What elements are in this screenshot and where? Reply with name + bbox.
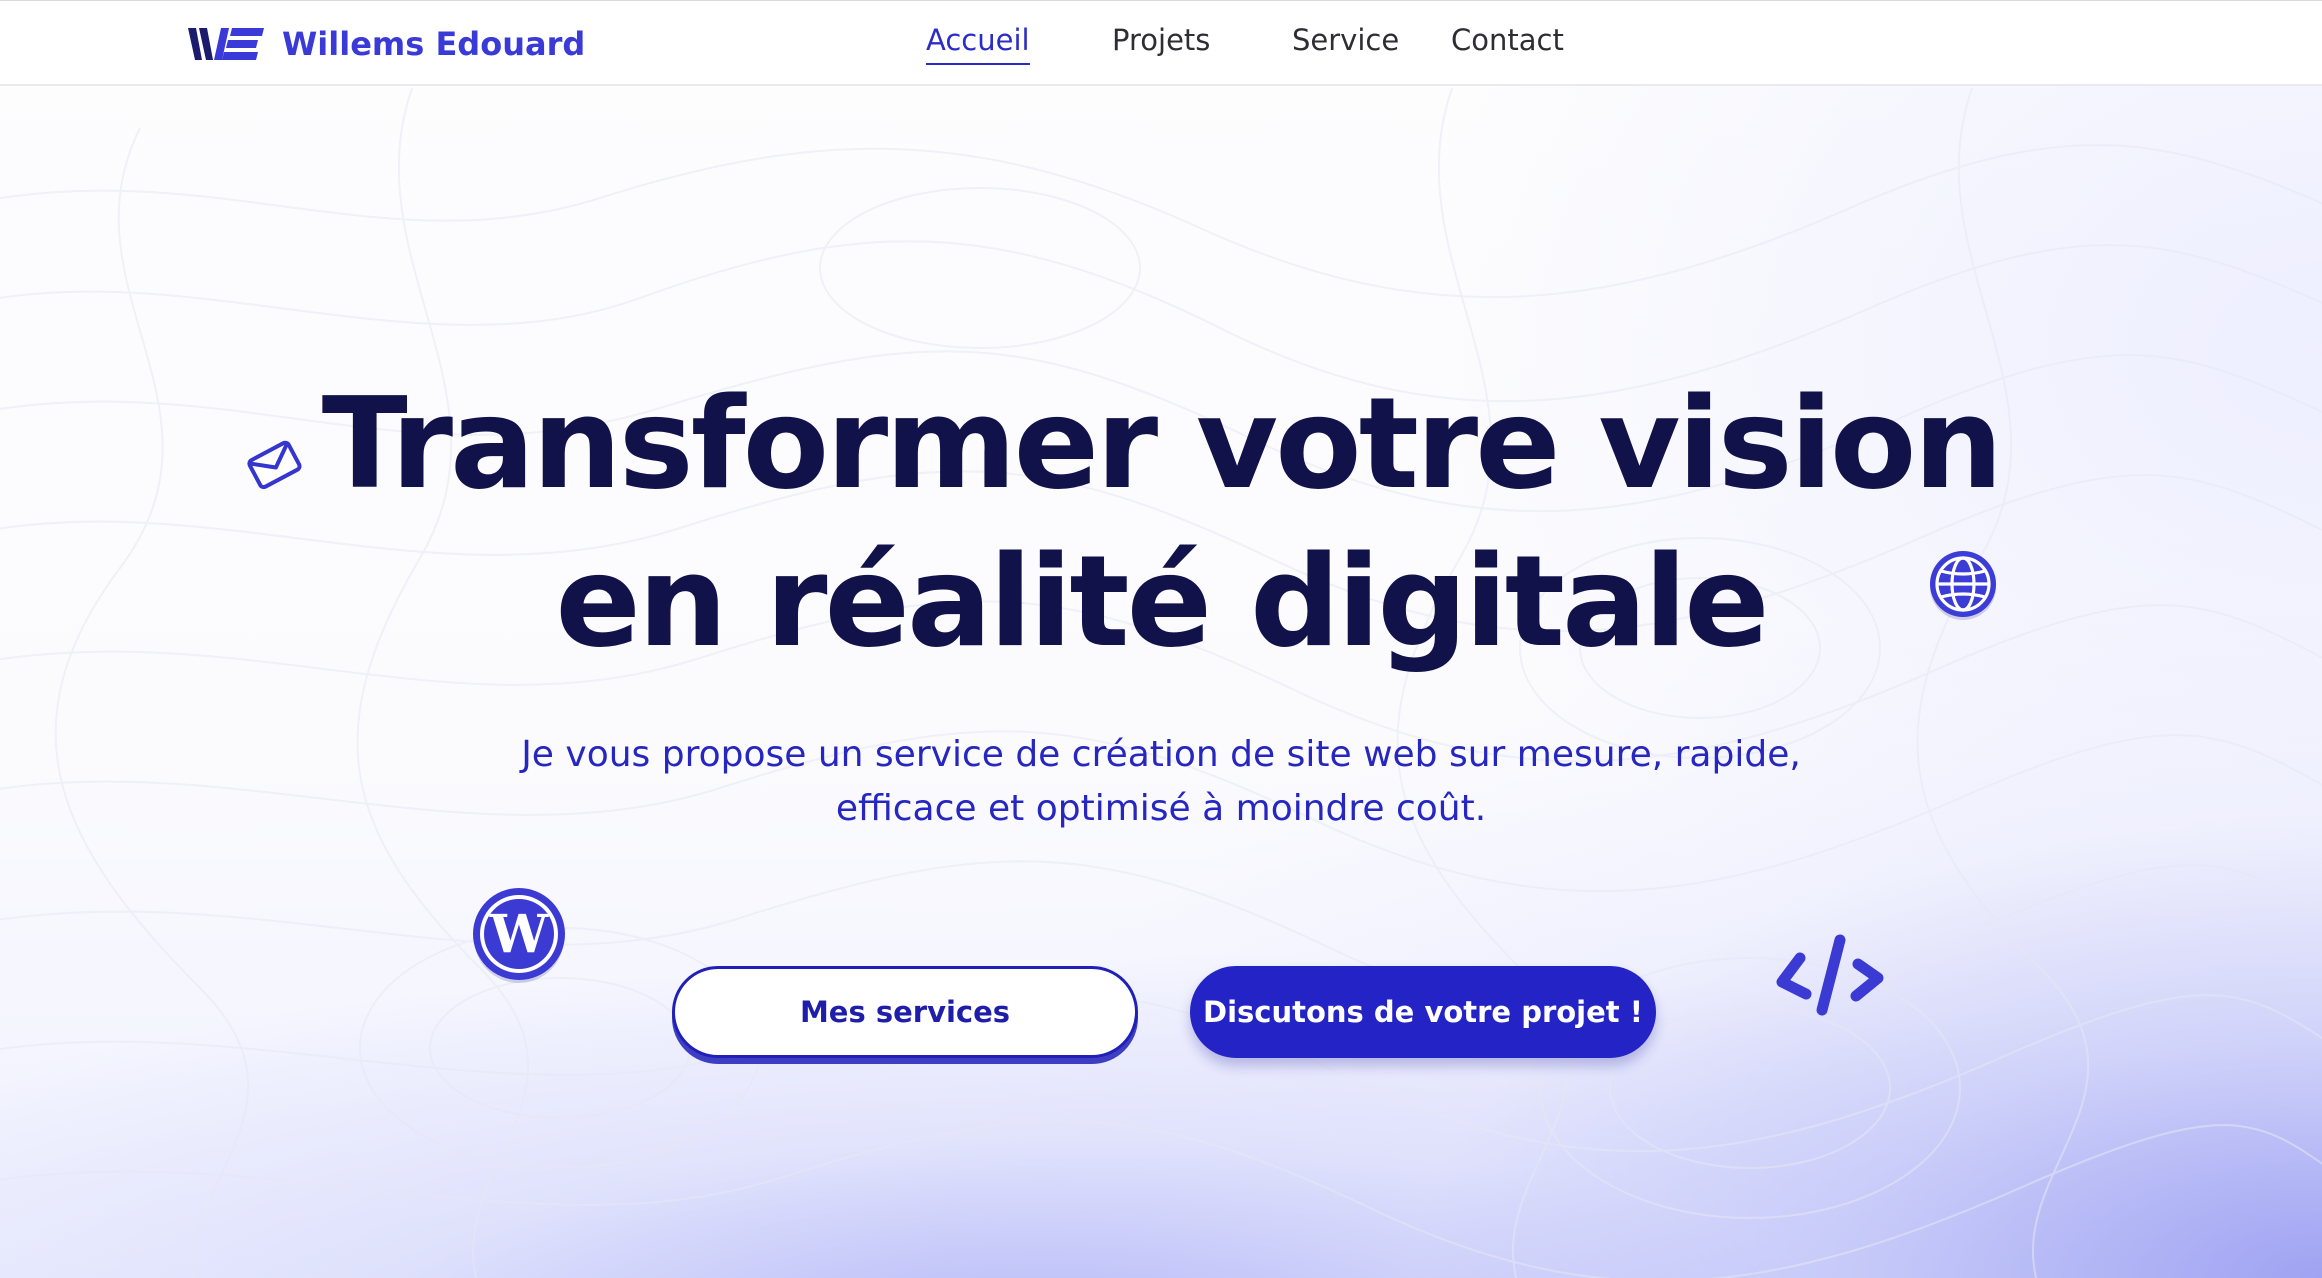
we-monogram-icon [188, 28, 264, 60]
services-button-label: Mes services [799, 995, 1011, 1029]
site-header: Willems Edouard Accueil Projets Service … [0, 0, 2322, 86]
hero-subtitle: Je vous propose un service de création d… [0, 728, 2322, 836]
hero-title-line2: en réalité digitale [555, 528, 1769, 675]
page: Willems Edouard Accueil Projets Service … [0, 0, 2322, 1278]
envelope-icon [247, 440, 302, 490]
nav-item-label: Contact [1451, 23, 1564, 57]
active-underline [926, 63, 1030, 65]
services-button[interactable]: Mes services [672, 966, 1138, 1058]
brand-logo[interactable]: Willems Edouard [188, 19, 585, 69]
nav-item-service[interactable]: Service [1292, 23, 1399, 57]
hero-title-line1: Transformer votre vision [321, 370, 2003, 517]
globe-icon [1930, 551, 1996, 620]
hero-subtitle-line2: efficace et optimisé à moindre coût. [835, 788, 1487, 829]
hero-title: Transformer votre vision en réalité digi… [0, 365, 2322, 681]
discuss-project-button-label: Discutons de votre projet ! [1203, 995, 1643, 1029]
nav-item-accueil[interactable]: Accueil [926, 23, 1030, 65]
nav-item-label: Service [1292, 23, 1400, 57]
wordpress-icon: W [473, 888, 565, 983]
svg-text:W: W [489, 904, 550, 965]
nav-item-contact[interactable]: Contact [1451, 23, 1564, 57]
nav-item-label: Projets [1112, 23, 1211, 57]
code-brackets-icon [1776, 934, 1884, 1016]
nav-item-label: Accueil [926, 23, 1030, 57]
topographic-background [0, 88, 2322, 1278]
hero-subtitle-line1: Je vous propose un service de création d… [521, 734, 1801, 775]
nav-item-projets[interactable]: Projets [1112, 23, 1210, 57]
brand-name: Willems Edouard [282, 25, 586, 63]
discuss-project-button[interactable]: Discutons de votre projet ! [1190, 966, 1656, 1058]
